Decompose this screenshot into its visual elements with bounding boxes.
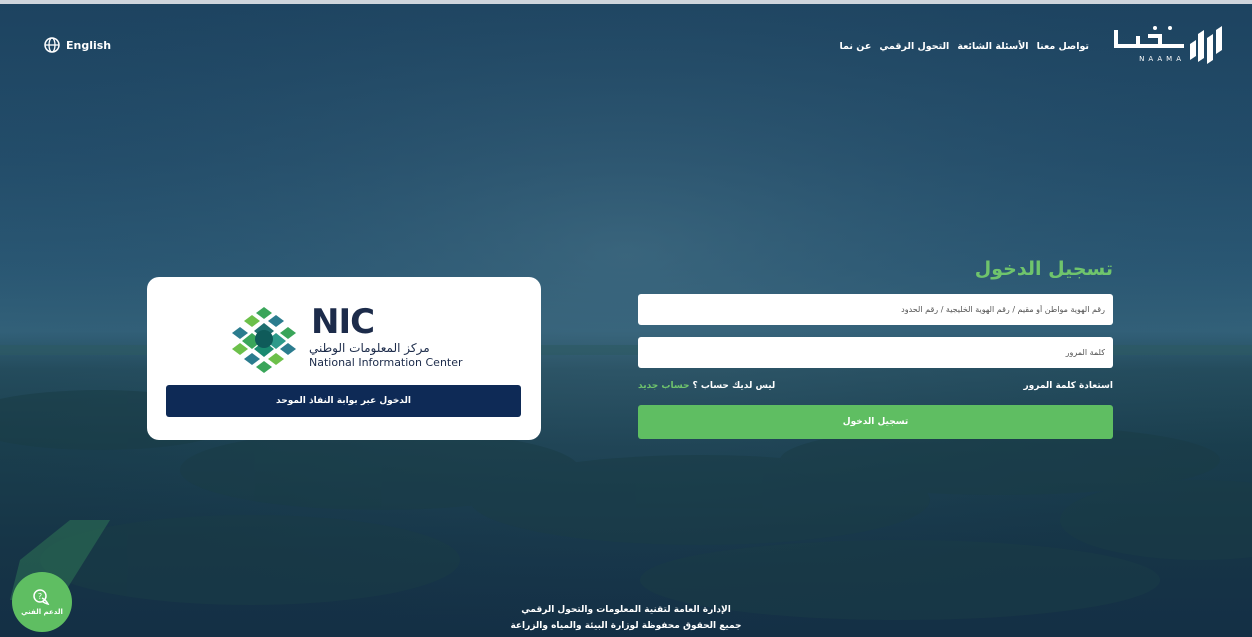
- new-account-link[interactable]: حساب جديد: [638, 381, 689, 391]
- login-submit-button[interactable]: تسجيل الدخول: [638, 405, 1113, 439]
- nic-title: NIC: [311, 302, 375, 342]
- login-title: تسجيل الدخول: [974, 258, 1113, 280]
- nic-emblem-icon: [232, 307, 296, 373]
- globe-icon: [44, 37, 60, 53]
- support-chat-icon: ?: [33, 589, 50, 606]
- language-label: English: [66, 38, 112, 52]
- nav-about[interactable]: عن نما: [839, 41, 871, 52]
- signup-prompt: ليس لديك حساب ؟ حساب جديد: [638, 381, 775, 391]
- svg-text:?: ?: [38, 592, 42, 601]
- nav-faq[interactable]: الأسئلة الشائعة: [957, 41, 1028, 52]
- footer-copyright: جميع الحقوق محفوظة لوزارة البيئة والمياه…: [510, 621, 742, 631]
- national-id-input[interactable]: [638, 294, 1113, 325]
- password-input[interactable]: [638, 337, 1113, 368]
- no-account-text: ليس لديك حساب ؟: [692, 381, 776, 391]
- logo-latin-text: NAAMA: [1139, 55, 1185, 63]
- top-border: [0, 0, 1252, 4]
- footer-department: الإدارة العامة لتقنية المعلومات والتحول …: [521, 605, 731, 615]
- nafath-login-button[interactable]: الدخول عبر بوابة النفاذ الموحد: [166, 385, 521, 417]
- support-label: الدعم الفني: [21, 608, 63, 616]
- nic-login-card: NIC مركز المعلومات الوطني National Infor…: [147, 277, 541, 440]
- nic-english-name: National Information Center: [309, 356, 463, 369]
- forgot-password-link[interactable]: استعادة كلمة المرور: [1023, 381, 1113, 391]
- tech-support-button[interactable]: ? الدعم الفني: [12, 572, 72, 632]
- nav-digital-transformation[interactable]: التحول الرقمي: [879, 41, 949, 52]
- nav-contact[interactable]: تواصل معنا: [1037, 41, 1089, 52]
- language-switch[interactable]: English: [44, 37, 111, 53]
- nic-arabic-name: مركز المعلومات الوطني: [309, 341, 430, 355]
- main-nav: عن نما التحول الرقمي الأسئلة الشائعة توا…: [839, 41, 1089, 52]
